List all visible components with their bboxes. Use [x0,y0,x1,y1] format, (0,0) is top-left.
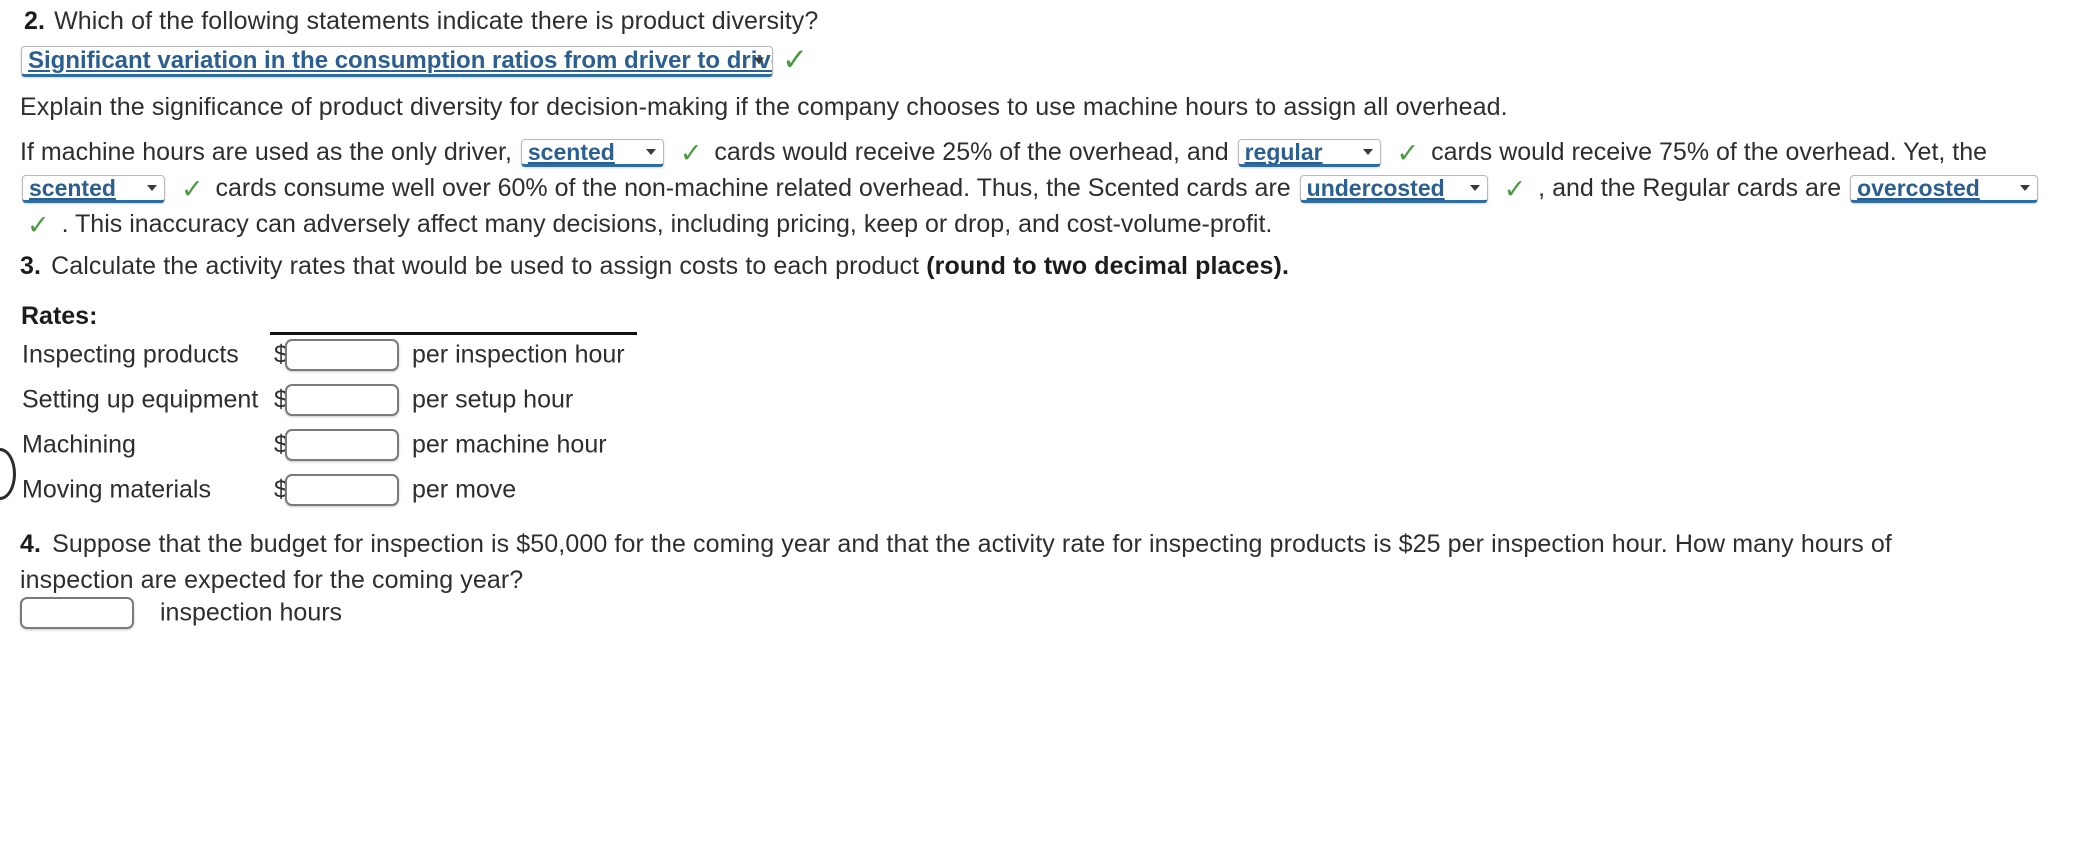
check-icon-5: ✓ [27,209,50,241]
table-row: Inspecting products $ per inspection hou… [20,332,920,377]
question-2-correct-check-icon: ✓ [782,42,808,78]
explanation-segment-1: If machine hours are used as the only dr… [20,138,512,166]
table-row: Machining $ per machine hour [20,422,920,467]
explanation-segment-2: cards would receive 25% of the overhead,… [714,138,1229,166]
rate-input-moving[interactable] [285,473,399,506]
rate-label-inspecting: Inspecting products [22,340,239,368]
rate-unit-setup: per setup hour [412,385,574,413]
rate-unit-machining: per machine hour [412,430,607,458]
decorative-arc [0,448,16,500]
explanation-intro-text: Explain the significance of product dive… [20,93,1508,121]
explanation-segment-4: cards consume well over 60% of the non-m… [215,174,1291,202]
question-2-number: 2. [24,7,46,35]
check-icon-1: ✓ [679,137,703,169]
question-3-prompt-row: 3. Calculate the activity rates that woul… [20,250,1289,282]
explanation-paragraph: If machine hours are used as the only dr… [20,134,2078,242]
question-2-answer-select-value: Significant variation in the consumption… [28,46,773,74]
explanation-segment-5: , and the Regular cards are [1538,174,1842,202]
driver-select-scented-1-value: scented [527,139,615,166]
chevron-down-icon [1362,149,1373,156]
worksheet-page: 2. Which of the following statements indi… [0,0,2098,852]
rate-unit-inspecting: per inspection hour [412,340,625,368]
driver-select-regular-value: regular [1244,139,1323,166]
question-2-answer-select[interactable]: Significant variation in the consumption… [21,46,773,77]
driver-select-scented-2[interactable]: scented [22,175,165,204]
rate-label-moving: Moving materials [22,475,211,503]
check-icon-2: ✓ [1396,137,1420,169]
driver-select-scented-2-value: scented [29,175,116,202]
costing-select-undercosted[interactable]: undercosted [1299,175,1488,204]
check-icon-3: ✓ [180,173,204,205]
check-icon-4: ✓ [1503,173,1527,205]
chevron-down-icon [1469,185,1480,192]
rate-label-setup: Setting up equipment [22,385,259,413]
inspection-hours-input[interactable] [20,597,134,629]
rate-unit-moving: per move [412,475,517,503]
question-4-prompt-line2: inspection are expected for the coming y… [20,566,524,594]
question-3-prompt-bold: (round to two decimal places). [926,252,1289,280]
explanation-segment-6: . This inaccuracy can adversely affect m… [61,210,1273,238]
inspection-hours-unit-label: inspection hours [160,598,343,627]
chevron-down-icon [754,57,764,64]
rates-section-label: Rates: [21,302,98,330]
costing-select-undercosted-value: undercosted [1306,175,1445,202]
chevron-down-icon [645,149,656,156]
costing-select-overcosted-value: overcosted [1857,175,1980,202]
rate-input-setup[interactable] [285,383,399,416]
driver-select-regular[interactable]: regular [1237,139,1381,168]
question-2-prompt-text: Which of the following statements indica… [54,7,819,35]
question-4-prompt-row: 4. Suppose that the budget for inspection… [20,528,1892,560]
rates-table: Inspecting products $ per inspection hou… [20,332,920,512]
explanation-segment-3: cards would receive 75% of the overhead.… [1431,138,1988,166]
table-row: Setting up equipment $ per setup hour [20,377,920,422]
chevron-down-icon [147,185,157,192]
question-4-prompt-line1: Suppose that the budget for inspection i… [52,530,1892,558]
question-2-prompt-row: 2. Which of the following statements indi… [24,5,818,37]
rate-input-machining[interactable] [285,428,399,461]
rate-input-inspecting[interactable] [285,338,399,371]
question-3-number: 3. [20,252,42,280]
driver-select-scented-1[interactable]: scented [520,139,664,168]
table-row: Moving materials $ per move [20,467,920,512]
chevron-down-icon [2020,185,2031,192]
costing-select-overcosted[interactable]: overcosted [1850,175,2039,204]
rate-label-machining: Machining [22,430,136,458]
question-3-prompt-text: Calculate the activity rates that would … [51,252,927,280]
question-4-number: 4. [20,530,42,558]
